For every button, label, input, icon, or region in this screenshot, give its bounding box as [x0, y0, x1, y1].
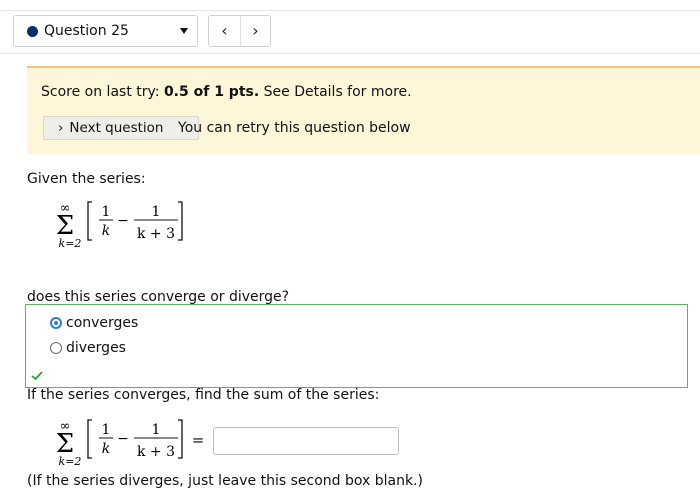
score-prefix: Score on last try: [41, 84, 164, 100]
retry-text: You can retry this question below [178, 120, 411, 136]
radio-converges[interactable] [50, 317, 62, 329]
series-lower-limit-2: k=2 [59, 455, 82, 468]
term2-numerator: 1 [152, 204, 161, 220]
term1-denominator-2: k [102, 441, 110, 457]
status-dot-icon [27, 26, 38, 37]
sum-answer-input[interactable] [213, 427, 399, 455]
term2-denominator: k + 3 [137, 226, 175, 242]
minus-sign-2: − [117, 431, 129, 447]
next-question-button[interactable]: › Next question [43, 116, 199, 140]
option-converges-label[interactable]: converges [66, 315, 138, 331]
series-lower-limit: k=2 [59, 237, 82, 250]
equals-sign: = [192, 431, 205, 449]
minus-sign: − [117, 213, 129, 229]
next-question-arrow-button[interactable]: › [240, 16, 271, 46]
checkmark-icon [31, 371, 43, 380]
chevron-right-icon: › [58, 120, 64, 136]
converge-question: does this series converge or diverge? [27, 289, 290, 305]
series-expression: ∞ Σ k=2 1 k − 1 k + 3 [56, 201, 183, 250]
term2-denominator-2: k + 3 [137, 444, 175, 460]
radio-diverges[interactable] [50, 342, 62, 354]
score-banner: Score on last try: 0.5 of 1 pts. See Det… [27, 66, 700, 154]
question-nav-buttons: ‹ › [208, 15, 271, 47]
term1-numerator: 1 [102, 204, 111, 220]
given-text: Given the series: [27, 171, 146, 187]
term1-denominator: k [102, 223, 110, 239]
series-expression-2: ∞ Σ k=2 1 k − 1 k + 3 = [56, 419, 205, 468]
option-diverges-label[interactable]: diverges [66, 340, 126, 356]
term1-numerator-2: 1 [102, 422, 111, 438]
score-text: Score on last try: 0.5 of 1 pts. See Det… [41, 84, 412, 100]
question-selector-label: Question 25 [44, 23, 129, 39]
sum-prompt: If the series converges, find the sum of… [27, 387, 380, 403]
blank-note: (If the series diverges, just leave this… [27, 473, 423, 489]
score-value: 0.5 of 1 pts. [163, 84, 260, 100]
choice-group: converges diverges [25, 304, 688, 388]
score-suffix: See Details for more. [259, 84, 412, 100]
next-question-label: Next question [69, 120, 164, 136]
question-selector[interactable]: Question 25 [13, 15, 198, 47]
dropdown-caret-icon [180, 28, 188, 34]
term2-numerator-2: 1 [152, 422, 161, 438]
previous-question-button[interactable]: ‹ [209, 16, 241, 46]
